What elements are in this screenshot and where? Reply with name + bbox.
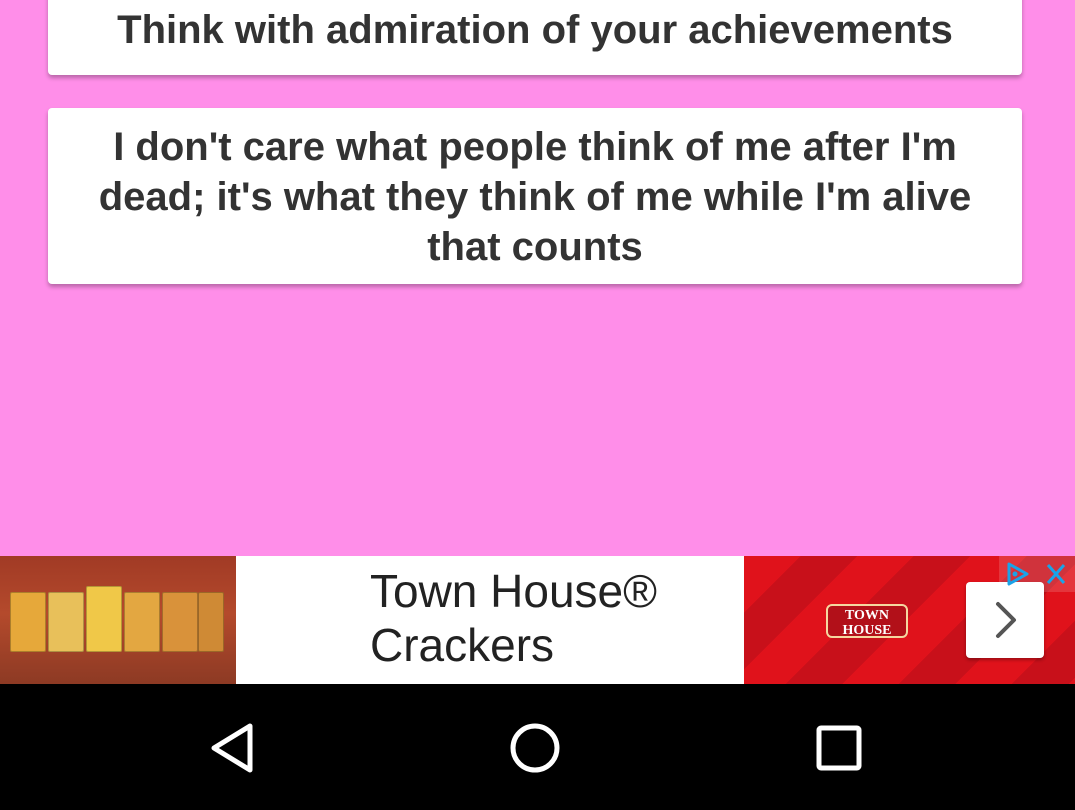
quote-text: Think with admiration of your achievemen…	[117, 8, 953, 52]
ad-close-button[interactable]	[1037, 556, 1075, 592]
ad-choices-button[interactable]	[999, 556, 1037, 592]
ad-headline[interactable]: Town House® Crackers	[370, 564, 730, 672]
chevron-right-icon	[996, 602, 1016, 638]
home-icon	[510, 723, 560, 773]
quote-card[interactable]: Think with admiration of your achievemen…	[48, 0, 1022, 75]
ad-choices-icon	[1007, 562, 1029, 586]
home-button[interactable]	[505, 718, 565, 778]
ad-product-image	[0, 556, 236, 684]
ad-brand-panel[interactable]: TOWN HOUSE	[744, 556, 1075, 684]
close-icon	[1046, 564, 1066, 584]
back-icon	[211, 723, 253, 773]
brand-logo: TOWN HOUSE	[826, 604, 908, 638]
ad-banner[interactable]: Town House® Crackers TOWN HOUSE	[0, 556, 1075, 684]
recents-icon	[816, 725, 862, 771]
ad-next-button[interactable]	[966, 582, 1044, 658]
quote-card[interactable]: I don't care what people think of me aft…	[48, 108, 1022, 284]
system-navigation-bar	[0, 684, 1075, 810]
quote-text: I don't care what people think of me aft…	[98, 125, 972, 269]
back-button[interactable]	[204, 718, 264, 778]
recents-button[interactable]	[809, 718, 869, 778]
